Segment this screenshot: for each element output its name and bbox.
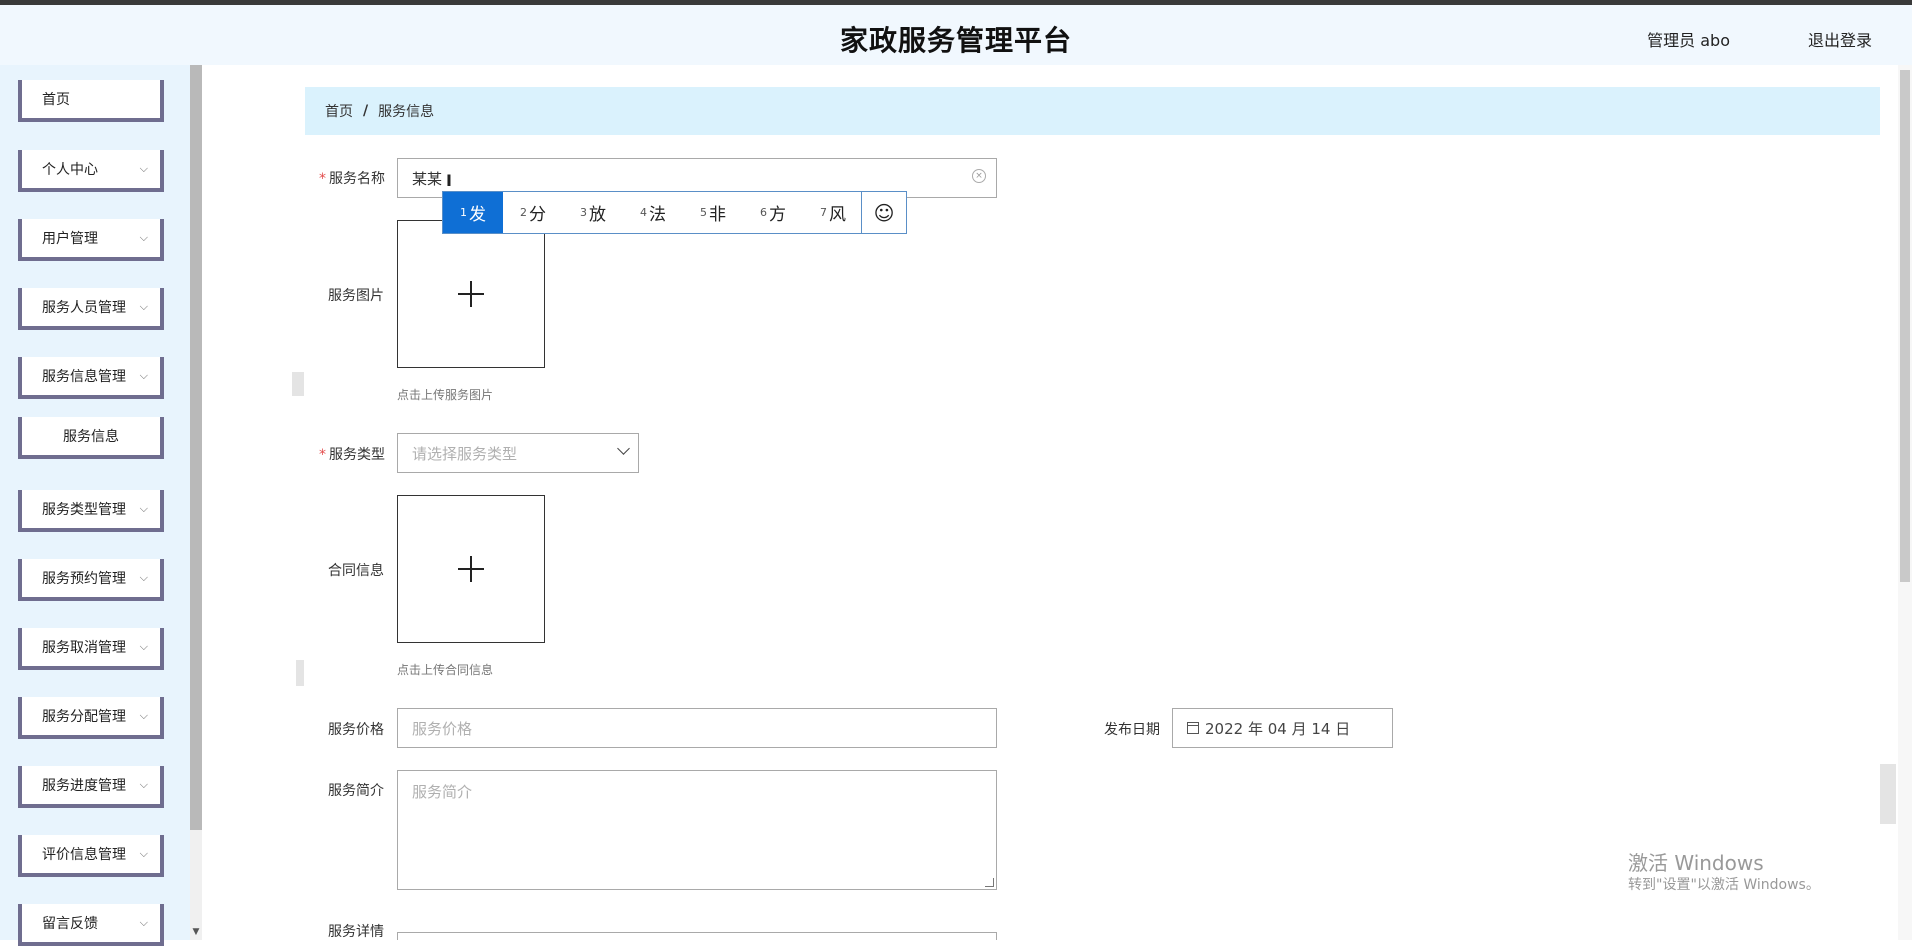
sidebar-item-cancel-management[interactable]: 服务取消管理 ⌵	[18, 628, 164, 670]
service-detail-label: 服务详情	[328, 924, 384, 940]
sidebar-item-staff-management[interactable]: 服务人员管理 ⌵	[18, 288, 164, 330]
activation-watermark-title: 激活 Windows	[1628, 851, 1764, 875]
chevron-down-icon: ⌵	[139, 847, 148, 860]
background-decoration	[296, 660, 304, 686]
service-type-label: * 服务类型	[319, 444, 385, 464]
chevron-down-icon: ⌵	[139, 502, 148, 515]
service-detail-editor[interactable]	[397, 932, 997, 940]
ime-candidate[interactable]: 5非	[683, 192, 743, 233]
main-scrollbar-thumb[interactable]	[1900, 70, 1910, 582]
service-image-hint: 点击上传服务图片	[397, 388, 494, 402]
service-name-label-text: 服务名称	[329, 171, 385, 187]
chevron-down-icon: ⌵	[139, 231, 148, 244]
sidebar-item-booking-management[interactable]: 服务预约管理 ⌵	[18, 559, 164, 601]
sidebar-item-label: 服务信息管理	[42, 369, 126, 385]
contract-upload[interactable]	[397, 495, 545, 643]
plus-icon	[458, 281, 484, 307]
chevron-down-icon: ⌵	[139, 369, 148, 382]
contract-hint: 点击上传合同信息	[397, 663, 494, 677]
breadcrumb-home[interactable]: 首页	[325, 101, 353, 121]
service-image-label: 服务图片	[328, 288, 384, 304]
app-title: 家政服务管理平台	[839, 24, 1072, 57]
chevron-down-icon	[617, 442, 630, 455]
service-price-placeholder: 服务价格	[412, 719, 473, 738]
service-intro-placeholder: 服务简介	[412, 783, 473, 801]
sidebar-item-label: 服务信息	[63, 429, 119, 445]
sidebar-item-user-management[interactable]: 用户管理 ⌵	[18, 219, 164, 261]
ime-candidate[interactable]: 1发	[443, 192, 503, 233]
breadcrumb-current: 服务信息	[378, 104, 435, 120]
chevron-down-icon: ⌵	[139, 162, 148, 175]
service-image-upload[interactable]	[397, 220, 545, 368]
ime-candidate-bar: 1发 2分 3放 4法 5非 6方 7风 ☺	[442, 191, 907, 234]
service-type-label-text: 服务类型	[329, 447, 385, 463]
sidebar-item-label: 个人中心	[42, 162, 98, 178]
ime-candidate[interactable]: 2分	[503, 192, 563, 233]
logout-link[interactable]: 退出登录	[1808, 27, 1872, 51]
sidebar-item-label: 服务分配管理	[42, 709, 126, 725]
contract-label: 合同信息	[328, 563, 384, 579]
sidebar-scrollbar-thumb[interactable]	[190, 65, 202, 830]
publish-date-value: 2022 年 04 月 14 日	[1205, 719, 1351, 738]
sidebar-item-service-info-management[interactable]: 服务信息管理 ⌵	[18, 357, 164, 399]
sidebar-item-label: 服务类型管理	[42, 502, 126, 518]
service-price-label: 服务价格	[328, 722, 384, 738]
background-decoration	[292, 372, 304, 396]
sidebar-item-label: 服务预约管理	[42, 571, 126, 587]
sidebar-item-label: 服务进度管理	[42, 778, 126, 794]
service-price-input[interactable]: 服务价格	[397, 708, 997, 748]
chevron-down-icon: ⌵	[139, 640, 148, 653]
plus-icon	[458, 556, 484, 582]
sidebar-item-home[interactable]: 首页	[18, 80, 164, 122]
background-decoration	[1880, 764, 1896, 824]
sidebar-item-review-management[interactable]: 评价信息管理 ⌵	[18, 835, 164, 877]
sidebar-item-personal-center[interactable]: 个人中心 ⌵	[18, 150, 164, 192]
sidebar-subitem-service-info[interactable]: 服务信息	[18, 417, 164, 459]
scroll-down-arrow-icon[interactable]: ▼	[190, 926, 202, 938]
service-intro-textarea[interactable]: 服务简介	[397, 770, 997, 890]
service-name-label: * 服务名称	[319, 168, 385, 188]
required-mark: *	[319, 171, 326, 187]
publish-date-input[interactable]: 2022 年 04 月 14 日	[1172, 708, 1393, 748]
required-mark: *	[319, 447, 326, 463]
admin-label: 管理员 abo	[1647, 31, 1730, 50]
sidebar-item-label: 评价信息管理	[42, 847, 126, 863]
sidebar-item-label: 服务取消管理	[42, 640, 126, 656]
clear-icon[interactable]: ×	[972, 169, 986, 183]
emoji-icon[interactable]: ☺	[861, 192, 906, 233]
chevron-down-icon: ⌵	[139, 571, 148, 584]
sidebar-item-progress-management[interactable]: 服务进度管理 ⌵	[18, 766, 164, 808]
sidebar-item-label: 首页	[42, 92, 70, 108]
service-type-select[interactable]: 请选择服务类型	[397, 433, 639, 473]
publish-date-label: 发布日期	[1104, 722, 1160, 738]
chevron-down-icon: ⌵	[139, 709, 148, 722]
service-type-placeholder: 请选择服务类型	[412, 444, 518, 463]
chevron-down-icon: ⌵	[139, 916, 148, 929]
sidebar: 首页 个人中心 ⌵ 用户管理 ⌵ 服务人员管理 ⌵ 服务信息管理 ⌵ 服务信息 …	[0, 65, 190, 946]
sidebar-item-label: 用户管理	[42, 231, 98, 247]
chevron-down-icon: ⌵	[139, 300, 148, 313]
resize-handle-icon[interactable]	[985, 878, 994, 887]
breadcrumb: 首页 / 服务信息	[305, 87, 1880, 135]
sidebar-item-label: 服务人员管理	[42, 300, 126, 316]
chevron-down-icon: ⌵	[139, 778, 148, 791]
sidebar-item-assignment-management[interactable]: 服务分配管理 ⌵	[18, 697, 164, 739]
service-name-value: 某某	[412, 169, 443, 188]
ime-candidate[interactable]: 4法	[623, 192, 683, 233]
ime-candidate[interactable]: 6方	[743, 192, 803, 233]
sidebar-item-label: 留言反馈	[42, 916, 98, 932]
text-cursor-icon: I	[446, 171, 452, 190]
ime-candidate[interactable]: 3放	[563, 192, 623, 233]
calendar-icon	[1187, 722, 1199, 734]
sidebar-item-service-type-management[interactable]: 服务类型管理 ⌵	[18, 490, 164, 532]
ime-candidate[interactable]: 7风	[803, 192, 863, 233]
breadcrumb-separator: /	[363, 103, 369, 119]
service-intro-label: 服务简介	[328, 783, 384, 799]
header: 家政服务管理平台 管理员 abo 退出登录	[0, 5, 1912, 65]
activation-watermark-subtitle: 转到"设置"以激活 Windows。	[1628, 877, 1820, 893]
